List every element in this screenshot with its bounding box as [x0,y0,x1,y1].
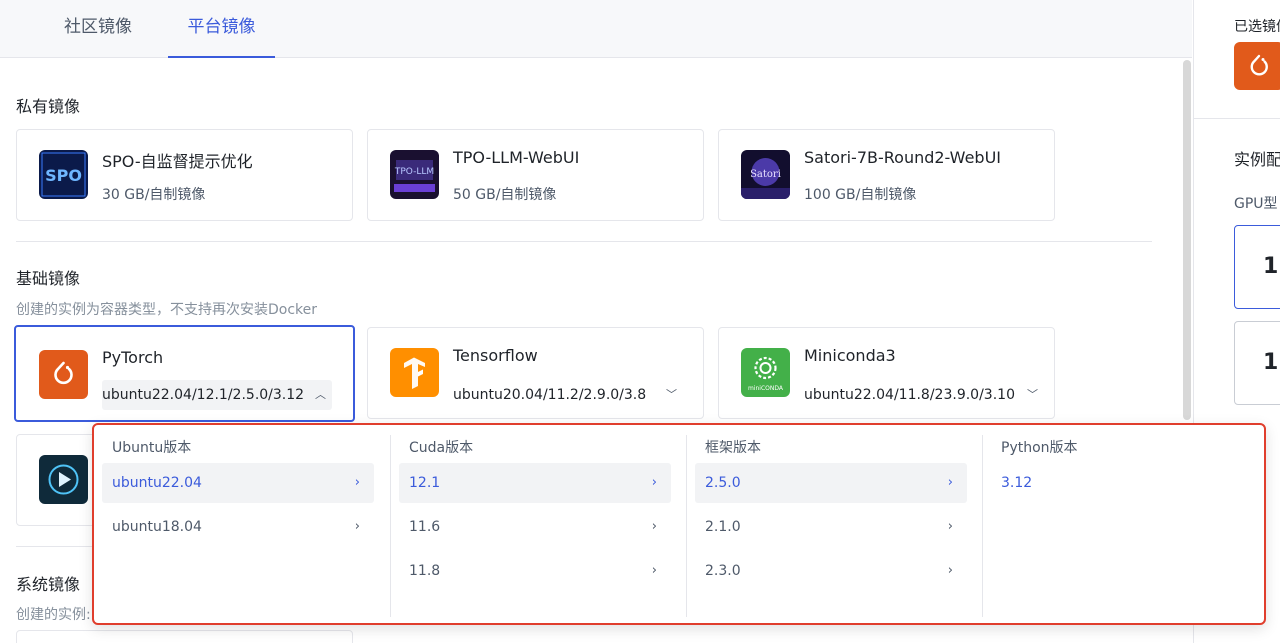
version-value: ubuntu20.04/11.2/2.9.0/3.8 [453,387,647,403]
panel-divider [1194,118,1280,119]
base-images-desc: 创建的实例为容器类型，不支持再次安装Docker [16,302,318,318]
chevron-right-icon: › [354,475,360,490]
image-name: Miniconda3 [804,346,896,365]
option-label: ubuntu18.04 [112,519,202,535]
system-images-title: 系统镜像 [16,575,81,594]
spo-thumbnail: SPO [39,150,88,199]
satori-thumbnail: Satori [741,150,790,199]
image-name: TPO-LLM-WebUI [453,148,580,167]
image-selection-page: 社区镜像 平台镜像 私有镜像 SPO SPO-自监督提示优化 30 GB/自制镜… [0,0,1280,643]
gpu-option-card[interactable]: 1 [1234,321,1280,405]
chevron-right-icon: › [651,563,657,578]
column-header: Ubuntu版本 [112,440,192,456]
image-card-system[interactable] [16,630,353,643]
svg-text:SPO: SPO [45,166,82,185]
option-python-3.12[interactable]: 3.12 [991,463,1253,503]
option-framework-2.1.0[interactable]: 2.1.0 › [695,507,967,547]
chevron-right-icon: › [947,475,953,490]
image-tabs: 社区镜像 平台镜像 [0,0,1192,58]
tab-community-images[interactable]: 社区镜像 [64,0,132,58]
image-meta: 50 GB/自制镜像 [453,187,557,203]
option-label: 3.12 [1001,475,1033,491]
version-select[interactable]: ubuntu20.04/11.2/2.9.0/3.8 ﹀ [453,380,683,410]
gpu-option-text: 1 [1263,254,1279,279]
option-ubuntu22.04[interactable]: ubuntu22.04 › [102,463,374,503]
chevron-down-icon: ﹀ [666,388,677,401]
version-value: ubuntu22.04/12.1/2.5.0/3.12 [102,387,305,403]
framework-version-column: 框架版本 2.5.0 › 2.1.0 › 2.3.0 › [686,435,982,617]
base-images-title: 基础镜像 [16,269,81,288]
option-ubuntu18.04[interactable]: ubuntu18.04 › [102,507,374,547]
chevron-right-icon: › [651,519,657,534]
image-name: PyTorch [102,348,164,367]
gpu-type-label: GPU型 [1234,196,1278,212]
gpu-option-text: 1 [1263,350,1279,375]
version-cascader-dropdown: Ubuntu版本 ubuntu22.04 › ubuntu18.04 › Cuda版… [92,423,1266,625]
image-card-satori[interactable]: Satori Satori-7B-Round2-WebUI 100 GB/自制镜… [718,129,1055,221]
system-images-desc: 创建的实例: [16,607,91,623]
option-label: 11.6 [409,519,441,535]
image-card-pytorch[interactable]: PyTorch ubuntu22.04/12.1/2.5.0/3.12 ︿ [14,325,355,422]
tpo-thumbnail: TPO-LLM [390,150,439,199]
option-cuda-11.8[interactable]: 11.8 › [399,551,671,591]
chevron-down-icon: ﹀ [1027,388,1038,401]
pytorch-icon [39,350,88,399]
option-framework-2.5.0[interactable]: 2.5.0 › [695,463,967,503]
cuda-version-column: Cuda版本 12.1 › 11.6 › 11.8 › [390,435,686,617]
option-label: 2.1.0 [705,519,741,535]
image-meta: 30 GB/自制镜像 [102,187,206,203]
option-label: 12.1 [409,475,441,491]
image-name: Satori-7B-Round2-WebUI [804,148,1001,167]
ubuntu-version-column: Ubuntu版本 ubuntu22.04 › ubuntu18.04 › [94,435,390,617]
option-cuda-12.1[interactable]: 12.1 › [399,463,671,503]
media-player-icon [39,455,88,504]
chevron-up-icon: ︿ [315,388,326,401]
option-label: ubuntu22.04 [112,475,202,491]
option-label: 2.3.0 [705,563,741,579]
column-header: 框架版本 [705,440,761,456]
column-header: Python版本 [1001,440,1078,456]
svg-text:TPO-LLM: TPO-LLM [394,167,434,177]
tab-platform-images[interactable]: 平台镜像 [168,0,275,58]
python-version-column: Python版本 3.12 [982,435,1264,617]
image-card-tensorflow[interactable]: Tensorflow ubuntu20.04/11.2/2.9.0/3.8 ﹀ [367,327,704,419]
option-framework-2.3.0[interactable]: 2.3.0 › [695,551,967,591]
version-select[interactable]: ubuntu22.04/12.1/2.5.0/3.12 ︿ [102,380,332,410]
option-label: 11.8 [409,563,441,579]
column-header: Cuda版本 [409,440,474,456]
option-cuda-11.6[interactable]: 11.6 › [399,507,671,547]
private-images-title: 私有镜像 [16,97,81,116]
section-divider [16,241,1152,242]
chevron-right-icon: › [947,519,953,534]
selected-image-label: 已选镜像 [1234,19,1280,35]
instance-config-label: 实例配 [1234,150,1280,169]
chevron-right-icon: › [947,563,953,578]
image-meta: 100 GB/自制镜像 [804,187,917,203]
image-card-tpo[interactable]: TPO-LLM TPO-LLM-WebUI 50 GB/自制镜像 [367,129,704,221]
image-card-spo[interactable]: SPO SPO-自监督提示优化 30 GB/自制镜像 [16,129,353,221]
chevron-right-icon: › [354,519,360,534]
image-name: SPO-自监督提示优化 [102,152,253,171]
image-card-miniconda[interactable]: miniCONDA Miniconda3 ubuntu22.04/11.8/23… [718,327,1055,419]
image-name: Tensorflow [453,346,538,365]
miniconda-icon: miniCONDA [741,348,790,397]
version-select[interactable]: ubuntu22.04/11.8/23.9.0/3.10 ﹀ [804,380,1044,410]
gpu-option-card[interactable]: 1 [1234,225,1280,309]
option-label: 2.5.0 [705,475,741,491]
version-value: ubuntu22.04/11.8/23.9.0/3.10 [804,387,1015,403]
tensorflow-icon [390,348,439,397]
chevron-right-icon: › [651,475,657,490]
selected-pytorch-icon [1234,42,1280,90]
svg-text:Satori: Satori [750,169,781,180]
svg-text:miniCONDA: miniCONDA [748,385,784,392]
scrollbar[interactable] [1183,60,1191,420]
